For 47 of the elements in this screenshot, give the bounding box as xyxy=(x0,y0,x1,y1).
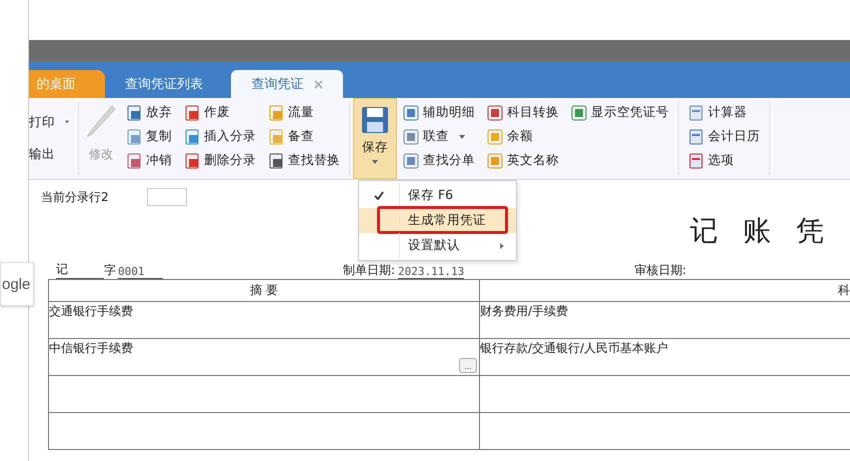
caret-icon xyxy=(372,160,378,164)
ribbon-button[interactable]: 会计日历 xyxy=(688,127,760,146)
made-date-label: 制单日期: xyxy=(343,262,396,279)
tab[interactable]: 查询凭证 xyxy=(231,70,343,98)
ribbon-button[interactable]: 备查 xyxy=(268,127,340,146)
voucher-number-field[interactable]: 0001 xyxy=(118,265,163,279)
word-label: 字 xyxy=(104,262,116,279)
menu-item[interactable]: 生成常用凭证 xyxy=(359,208,516,233)
input-field[interactable] xyxy=(146,188,187,206)
ribbon-button[interactable]: 选项 xyxy=(688,151,760,170)
table-cell: 交通银行手续费 xyxy=(48,302,480,338)
column-header: 科 xyxy=(837,282,850,299)
ribbon-button[interactable]: 复制 xyxy=(126,127,172,146)
ribbon-button[interactable]: 显示空凭证号 xyxy=(571,103,669,122)
more-button[interactable]: ... xyxy=(459,358,477,373)
ribbon-button[interactable]: 作废 xyxy=(184,103,256,122)
table-cell-text: 银行存款/交通银行/人民币基本账户 xyxy=(480,340,670,357)
ribbon-button[interactable]: 英文名称 xyxy=(487,151,559,170)
ribbon-button[interactable]: 打印 xyxy=(29,112,69,132)
ribbon-button[interactable]: 冲销 xyxy=(126,151,172,170)
close-icon[interactable] xyxy=(314,80,322,88)
ribbon-button[interactable]: 放弃 xyxy=(126,103,172,122)
caret-icon xyxy=(459,134,465,138)
ribbon-button[interactable]: 删除分录 xyxy=(184,151,256,170)
column-header: 摘 要 xyxy=(48,280,480,301)
caret-icon xyxy=(65,120,69,124)
ribbon-button[interactable]: 计算器 xyxy=(688,103,760,122)
table-cell-text: 财务费用/手续费 xyxy=(480,303,570,320)
save-button[interactable]: 保存 xyxy=(353,98,397,179)
ribbon-button[interactable]: 流量 xyxy=(268,103,340,122)
review-date-label: 审核日期: xyxy=(634,262,686,279)
made-date-field[interactable]: 2023.11.13 xyxy=(398,265,464,279)
menu-item[interactable]: 设置默认 xyxy=(359,233,516,258)
ribbon-button[interactable]: 查找分单 xyxy=(403,151,475,170)
ribbon-button[interactable]: 插入分录 xyxy=(184,127,256,146)
voucher-title: 记 账 凭 xyxy=(690,213,832,249)
background-window: ogle xyxy=(0,262,34,306)
ribbon-button[interactable]: 科目转换 xyxy=(487,103,559,122)
voucher-type-field[interactable]: 记 xyxy=(56,261,104,279)
ribbon-button[interactable]: 辅助明细 xyxy=(403,103,475,122)
submenu-arrow-icon xyxy=(500,242,504,248)
ribbon-button[interactable]: 输出 xyxy=(29,145,69,164)
ribbon-button[interactable]: 联查 xyxy=(403,127,475,146)
current-row-label: 当前分录行2 xyxy=(41,188,109,206)
tab[interactable]: 查询凭证列表 xyxy=(105,70,223,98)
ribbon-button[interactable]: 余额 xyxy=(487,127,559,146)
ribbon-button[interactable]: 查找替换 xyxy=(268,151,340,170)
